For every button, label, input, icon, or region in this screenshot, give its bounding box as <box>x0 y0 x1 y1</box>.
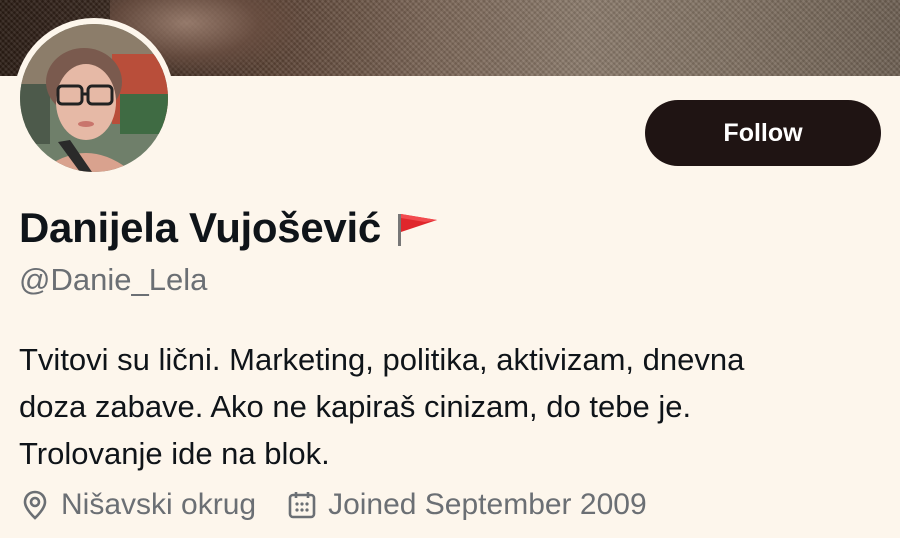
profile-meta: Nišavski okrug Joined September 2009 <box>19 482 677 528</box>
bio-line: Tvitovi su lični. Marketing, politika, a… <box>19 342 745 377</box>
location-text: Nišavski okrug <box>61 488 257 521</box>
joined-text: Joined September 2009 <box>328 488 647 521</box>
location-pin-icon <box>19 489 51 521</box>
red-flag-icon <box>395 208 441 248</box>
profile-name-row: Danijela Vujošević <box>19 198 441 258</box>
profile-location: Nišavski okrug <box>19 488 256 522</box>
follow-button[interactable]: Follow <box>645 100 881 166</box>
avatar[interactable] <box>20 24 168 172</box>
profile-bio: Tvitovi su lični. Marketing, politika, a… <box>19 336 879 477</box>
display-name: Danijela Vujošević <box>19 204 381 251</box>
avatar-photo <box>20 24 168 172</box>
bio-line: doza zabave. Ako ne kapiraš cinizam, do … <box>19 389 692 424</box>
profile-joined: Joined September 2009 <box>286 488 647 522</box>
bio-line: Trolovanje ide na blok. <box>19 436 330 471</box>
profile-handle: @Danie_Lela <box>19 262 208 297</box>
calendar-icon <box>286 489 318 521</box>
